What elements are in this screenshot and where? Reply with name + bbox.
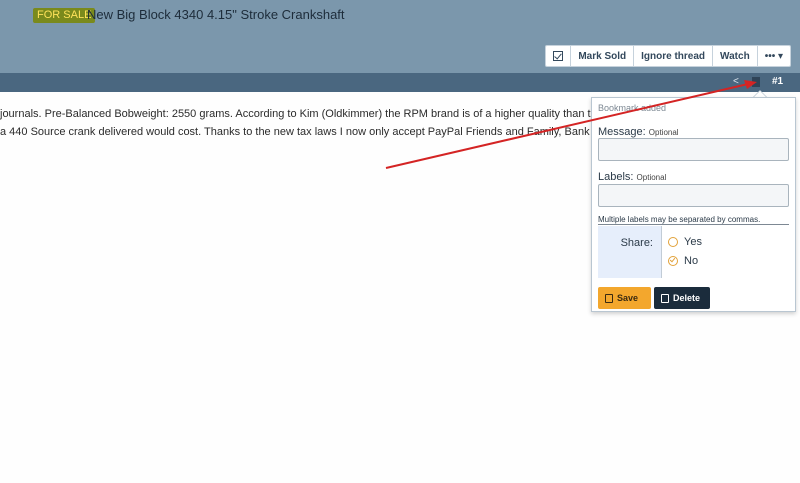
share-divider	[661, 226, 662, 278]
message-input[interactable]	[598, 138, 789, 161]
trash-icon	[661, 293, 669, 303]
popup-header: Bookmark added	[598, 103, 667, 113]
message-label: Message: Optional	[598, 126, 679, 138]
post-header-bar	[0, 73, 800, 92]
share-label: Share:	[620, 237, 653, 249]
post-text-line: journals. Pre-Balanced Bobweight: 2550 g…	[0, 108, 600, 120]
labels-optional-text: Optional	[636, 173, 667, 182]
thread-toolbar: Mark Sold Ignore thread Watch ••• ▾	[545, 45, 791, 67]
share-no-label: No	[684, 255, 699, 267]
post-text: journals. Pre-Balanced Bobweight: 2550 g…	[0, 105, 600, 141]
bookmark-icon[interactable]	[752, 77, 760, 87]
mark-sold-button[interactable]: Mark Sold	[571, 45, 635, 67]
post-number-link[interactable]: #1	[772, 76, 783, 88]
thread-title: New Big Block 4340 4.15" Stroke Cranksha…	[87, 7, 345, 22]
checkbox-icon	[553, 51, 564, 61]
delete-button-label: Delete	[673, 293, 701, 303]
labels-hint: Multiple labels may be separated by comm…	[598, 215, 761, 224]
radio-checked-icon	[668, 256, 678, 266]
ignore-thread-button[interactable]: Ignore thread	[634, 45, 714, 67]
delete-button[interactable]: Delete	[654, 287, 710, 309]
message-label-text: Message:	[598, 126, 646, 138]
labels-label: Labels: Optional	[598, 171, 666, 183]
save-icon	[605, 293, 613, 303]
message-optional-text: Optional	[648, 128, 679, 137]
save-button-label: Save	[617, 293, 639, 303]
save-button[interactable]: Save	[598, 287, 651, 309]
divider	[598, 224, 789, 225]
bookmark-popup: Bookmark added Message: Optional Labels:…	[591, 97, 796, 312]
share-icon[interactable]: <	[733, 76, 739, 88]
labels-label-text: Labels:	[598, 171, 634, 183]
post-text-line: a 440 Source crank delivered would cost.…	[0, 126, 600, 138]
share-yes-label: Yes	[684, 236, 702, 248]
radio-unchecked-icon	[668, 237, 678, 247]
watch-button[interactable]: Watch	[713, 45, 758, 67]
share-no-radio[interactable]: No	[668, 255, 698, 267]
select-checkbox-button[interactable]	[545, 45, 572, 67]
share-yes-radio[interactable]: Yes	[668, 236, 702, 248]
share-label-cell: Share:	[598, 226, 661, 278]
labels-input[interactable]	[598, 184, 789, 207]
more-options-button[interactable]: ••• ▾	[757, 45, 791, 67]
